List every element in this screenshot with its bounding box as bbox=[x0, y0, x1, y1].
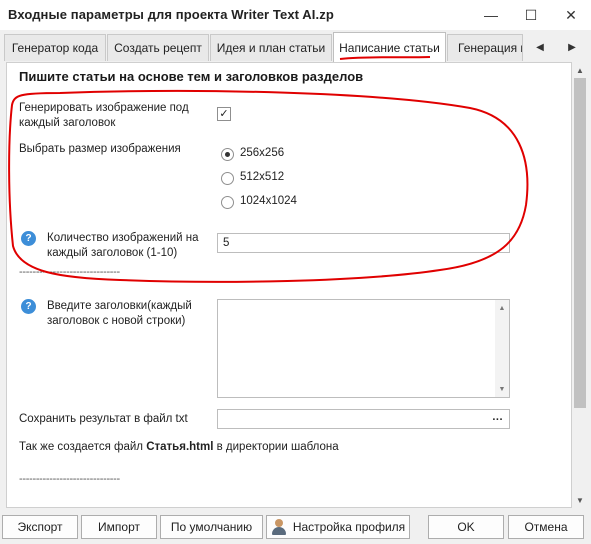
divider: ------------------------------ bbox=[19, 266, 120, 278]
radio-label-1024x1024: 1024x1024 bbox=[240, 195, 297, 207]
save-result-input[interactable]: ... bbox=[217, 409, 510, 429]
radio-512x512[interactable] bbox=[221, 172, 234, 185]
section-heading: Пишите статьи на основе тем и заголовков… bbox=[19, 69, 364, 84]
scroll-up-icon[interactable]: ▲ bbox=[495, 302, 509, 314]
tab-article-writing[interactable]: Написание статьи bbox=[333, 32, 446, 62]
radio-256x256[interactable] bbox=[221, 148, 234, 161]
title-bar: Входные параметры для проекта Writer Tex… bbox=[0, 0, 591, 30]
vertical-scrollbar[interactable]: ▲ ▼ bbox=[572, 62, 588, 508]
tab-bar: Генератор кода Создать рецепт Идея и пла… bbox=[0, 30, 591, 62]
ok-button[interactable]: OK bbox=[428, 515, 504, 539]
headings-label: Введите заголовки(каждый заголовок с нов… bbox=[47, 300, 192, 327]
generate-image-label: Генерировать изображение под каждый заго… bbox=[19, 102, 189, 129]
tab-label: Генератор кода bbox=[11, 41, 99, 55]
scroll-down-icon[interactable]: ▼ bbox=[572, 493, 588, 507]
profile-settings-label: Настройка профиля bbox=[292, 520, 406, 534]
minimize-icon: — bbox=[484, 7, 498, 23]
import-button[interactable]: Импорт bbox=[81, 515, 157, 539]
checkmark-icon: ✓ bbox=[219, 107, 229, 120]
help-icon[interactable]: ? bbox=[21, 299, 36, 314]
cancel-button[interactable]: Отмена bbox=[508, 515, 584, 539]
help-icon[interactable]: ? bbox=[21, 231, 36, 246]
settings-panel: Пишите статьи на основе тем и заголовков… bbox=[6, 62, 572, 508]
user-profile-icon bbox=[271, 519, 287, 535]
textarea-scrollbar[interactable]: ▲ ▼ bbox=[495, 300, 509, 397]
radio-label-512x512: 512x512 bbox=[240, 171, 285, 183]
scroll-up-icon[interactable]: ▲ bbox=[572, 63, 588, 77]
tab-code-generator[interactable]: Генератор кода bbox=[4, 34, 106, 61]
tab-label: Написание статьи bbox=[339, 40, 440, 55]
radio-label-256x256: 256x256 bbox=[240, 147, 285, 159]
tab-next-icon[interactable]: ▶ bbox=[560, 34, 584, 61]
images-count-label: Количество изображений на каждый заголов… bbox=[47, 232, 199, 259]
maximize-icon: ☐ bbox=[524, 6, 538, 23]
scrollbar-thumb[interactable] bbox=[574, 78, 586, 408]
export-button[interactable]: Экспорт bbox=[2, 515, 78, 539]
maximize-button[interactable]: ☐ bbox=[511, 0, 551, 30]
radio-1024x1024[interactable] bbox=[221, 196, 234, 209]
tab-label: Идея и план статьи bbox=[216, 41, 326, 55]
scroll-down-icon[interactable]: ▼ bbox=[495, 383, 509, 395]
image-size-label: Выбрать размер изображения bbox=[19, 143, 181, 155]
tab-generation[interactable]: Генерация и bbox=[447, 34, 523, 61]
save-result-label: Сохранить результат в файл txt bbox=[19, 413, 188, 425]
tab-label: Генерация и bbox=[458, 41, 523, 55]
images-count-input[interactable]: 5 bbox=[217, 233, 510, 253]
tab-idea-and-plan[interactable]: Идея и план статьи bbox=[210, 34, 332, 61]
note-filename: Статья.html bbox=[146, 441, 214, 453]
tab-create-recipe[interactable]: Создать рецепт bbox=[107, 34, 209, 61]
tab-label: Создать рецепт bbox=[114, 41, 202, 55]
note-text: Так же создается файл Статья.html в дире… bbox=[19, 440, 339, 455]
note-suffix: в директории шаблона bbox=[213, 441, 339, 453]
browse-button[interactable]: ... bbox=[492, 411, 503, 423]
divider: ------------------------------ bbox=[19, 473, 120, 485]
profile-settings-button[interactable]: Настройка профиля bbox=[266, 515, 410, 539]
note-prefix: Так же создается файл bbox=[19, 441, 147, 453]
close-icon: ✕ bbox=[565, 6, 577, 23]
generate-image-checkbox[interactable]: ✓ bbox=[217, 107, 231, 121]
window-title: Входные параметры для проекта Writer Tex… bbox=[8, 7, 334, 22]
tab-prev-icon[interactable]: ◀ bbox=[528, 34, 552, 61]
footer: Экспорт Импорт По умолчанию Настройка пр… bbox=[0, 508, 591, 544]
close-button[interactable]: ✕ bbox=[551, 0, 591, 30]
headings-textarea[interactable]: ▲ ▼ bbox=[217, 299, 510, 398]
minimize-button[interactable]: — bbox=[471, 0, 511, 30]
defaults-button[interactable]: По умолчанию bbox=[160, 515, 263, 539]
